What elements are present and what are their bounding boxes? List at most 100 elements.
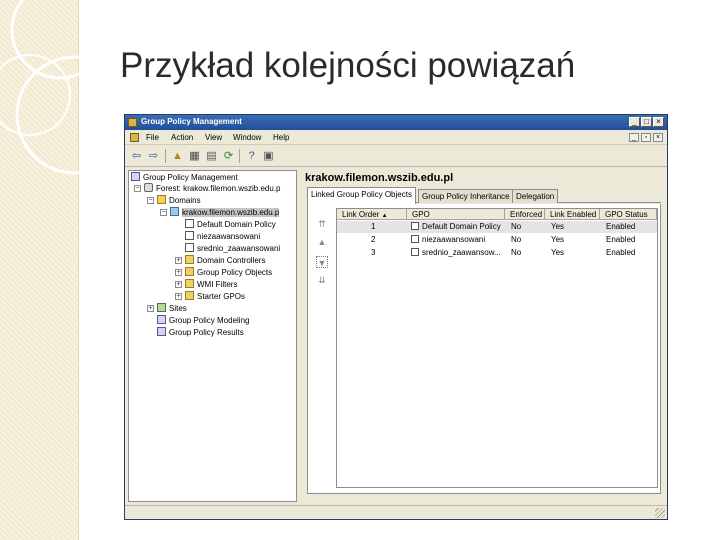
expand-toggle[interactable]: + bbox=[175, 281, 182, 288]
col-gpo[interactable]: GPO bbox=[407, 209, 505, 220]
menubar: File Action View Window Help _ ▫ × bbox=[125, 130, 667, 145]
menu-action[interactable]: Action bbox=[171, 133, 193, 142]
folder-icon bbox=[185, 279, 194, 288]
cell-enforced: No bbox=[511, 248, 522, 257]
up-folder-icon[interactable]: ▲ bbox=[170, 149, 185, 163]
tree-item-group-policy-objects[interactable]: Group Policy Objects bbox=[185, 267, 272, 278]
refresh-icon[interactable]: ⟳ bbox=[221, 149, 236, 163]
tree-item-niezaawansowani[interactable]: niezaawansowani bbox=[185, 231, 260, 242]
tree-item-domain[interactable]: krakow.filemon.wszib.edu.p bbox=[170, 207, 280, 218]
collapse-toggle[interactable]: − bbox=[134, 185, 141, 192]
expand-toggle[interactable]: + bbox=[175, 269, 182, 276]
gpm-window: Group Policy Management _ □ × File Actio… bbox=[124, 114, 668, 520]
cell-link-enabled: Yes bbox=[551, 235, 565, 244]
sites-icon bbox=[157, 303, 166, 312]
cell-gpo-status: Enabled bbox=[606, 222, 636, 231]
properties-icon[interactable]: ▤ bbox=[204, 149, 219, 163]
window-title: Group Policy Management bbox=[141, 117, 242, 126]
child-minimize-button[interactable]: _ bbox=[629, 133, 639, 142]
minimize-button[interactable]: _ bbox=[629, 117, 640, 127]
console-view-icon[interactable]: ▣ bbox=[261, 149, 276, 163]
expand-toggle[interactable]: + bbox=[175, 293, 182, 300]
gpo-link-icon bbox=[185, 243, 194, 252]
tab-gp-inheritance[interactable]: Group Policy Inheritance bbox=[418, 189, 514, 203]
tree-item-default-domain-policy[interactable]: Default Domain Policy bbox=[185, 219, 276, 230]
menu-view[interactable]: View bbox=[205, 133, 222, 142]
tree-item-sites[interactable]: Sites bbox=[157, 303, 187, 314]
move-down-icon[interactable]: ▼ bbox=[316, 256, 328, 268]
cell-link-enabled: Yes bbox=[551, 222, 565, 231]
linked-gpo-list: Link Order ▲ GPO Enforced Link Enabled G… bbox=[336, 208, 658, 488]
cell-link-enabled: Yes bbox=[551, 248, 565, 257]
tab-content: ⇈ ▲ ▼ ⇊ Link Order ▲ GPO Enforced Link E… bbox=[307, 204, 661, 494]
sort-ascending-icon: ▲ bbox=[381, 213, 388, 219]
col-link-order[interactable]: Link Order ▲ bbox=[337, 209, 407, 220]
tree-item-wmi-filters[interactable]: WMI Filters bbox=[185, 279, 237, 290]
gpo-link-icon bbox=[411, 248, 419, 256]
window-titlebar[interactable]: Group Policy Management _ □ × bbox=[125, 115, 667, 130]
show-hide-tree-icon[interactable]: ▦ bbox=[187, 149, 202, 163]
col-link-enabled[interactable]: Link Enabled bbox=[545, 209, 600, 220]
tree-item-domain-controllers[interactable]: Domain Controllers bbox=[185, 255, 265, 266]
cell-gpo: Default Domain Policy bbox=[411, 221, 503, 233]
tree-item-gpm[interactable]: Group Policy Management bbox=[131, 172, 238, 183]
results-icon bbox=[157, 327, 166, 336]
tree-item-starter-gpos[interactable]: Starter GPOs bbox=[185, 291, 245, 302]
gpo-link-icon bbox=[185, 219, 194, 228]
help-icon[interactable]: ? bbox=[244, 149, 259, 163]
menu-window[interactable]: Window bbox=[233, 133, 261, 142]
table-row[interactable]: 3 srednio_zaawansow... No Yes Enabled bbox=[337, 247, 657, 259]
close-button[interactable]: × bbox=[653, 117, 664, 127]
move-to-top-icon[interactable]: ⇈ bbox=[316, 218, 328, 230]
table-row[interactable]: 1 Default Domain Policy No Yes Enabled bbox=[337, 221, 657, 233]
tree-item-group-policy-results[interactable]: Group Policy Results bbox=[157, 327, 244, 338]
move-to-bottom-icon[interactable]: ⇊ bbox=[316, 274, 328, 286]
tab-linked-gpos[interactable]: Linked Group Policy Objects bbox=[307, 187, 416, 204]
folder-icon bbox=[157, 195, 166, 204]
expand-toggle[interactable]: + bbox=[147, 305, 154, 312]
cell-enforced: No bbox=[511, 222, 522, 231]
details-pane: krakow.filemon.wszib.edu.pl Linked Group… bbox=[303, 170, 665, 498]
tree-item-srednio-zaawansowani[interactable]: srednio_zaawansowani bbox=[185, 243, 280, 254]
forest-icon bbox=[144, 183, 153, 192]
child-restore-button[interactable]: ▫ bbox=[641, 133, 651, 142]
collapse-toggle[interactable]: − bbox=[160, 209, 167, 216]
menu-help[interactable]: Help bbox=[273, 133, 289, 142]
col-gpo-status[interactable]: GPO Status bbox=[600, 209, 657, 220]
maximize-button[interactable]: □ bbox=[641, 117, 652, 127]
menu-file[interactable]: File bbox=[146, 133, 159, 142]
slide-left-strip bbox=[0, 0, 79, 540]
tree-item-domains[interactable]: Domains bbox=[157, 195, 201, 206]
resize-grip[interactable] bbox=[655, 508, 665, 518]
slide-title: Przykład kolejności powiązań bbox=[120, 46, 576, 85]
move-up-icon[interactable]: ▲ bbox=[316, 236, 328, 248]
col-enforced[interactable]: Enforced bbox=[505, 209, 545, 220]
cell-gpo-status: Enabled bbox=[606, 248, 636, 257]
back-arrow-icon[interactable]: ⇦ bbox=[129, 149, 144, 163]
gpm-icon bbox=[131, 172, 140, 181]
gpo-link-icon bbox=[411, 235, 419, 243]
toolbar: ⇦ ⇨ ▲ ▦ ▤ ⟳ ? ▣ bbox=[125, 146, 667, 167]
tab-strip: Linked Group Policy Objects Group Policy… bbox=[307, 187, 661, 204]
cell-link-order: 3 bbox=[371, 248, 376, 257]
cell-link-order: 1 bbox=[371, 222, 376, 231]
tree-item-group-policy-modeling[interactable]: Group Policy Modeling bbox=[157, 315, 249, 326]
toolbar-separator bbox=[239, 149, 240, 163]
tree-item-forest[interactable]: Forest: krakow.filemon.wszib.edu.p bbox=[144, 183, 281, 194]
table-row[interactable]: 2 niezaawansowani No Yes Enabled bbox=[337, 234, 657, 246]
tab-delegation[interactable]: Delegation bbox=[512, 189, 559, 203]
status-bar bbox=[125, 505, 667, 519]
cell-link-order: 2 bbox=[371, 235, 376, 244]
folder-icon bbox=[185, 291, 194, 300]
cell-gpo-status: Enabled bbox=[606, 235, 636, 244]
cell-gpo: srednio_zaawansow... bbox=[411, 247, 503, 259]
child-close-button[interactable]: × bbox=[653, 133, 663, 142]
document-icon bbox=[130, 133, 139, 142]
collapse-toggle[interactable]: − bbox=[147, 197, 154, 204]
cell-gpo: niezaawansowani bbox=[411, 234, 503, 246]
domain-icon bbox=[170, 207, 179, 216]
forward-arrow-icon[interactable]: ⇨ bbox=[146, 149, 161, 163]
console-tree: Group Policy Management − Forest: krakow… bbox=[128, 170, 297, 502]
modeling-icon bbox=[157, 315, 166, 324]
expand-toggle[interactable]: + bbox=[175, 257, 182, 264]
